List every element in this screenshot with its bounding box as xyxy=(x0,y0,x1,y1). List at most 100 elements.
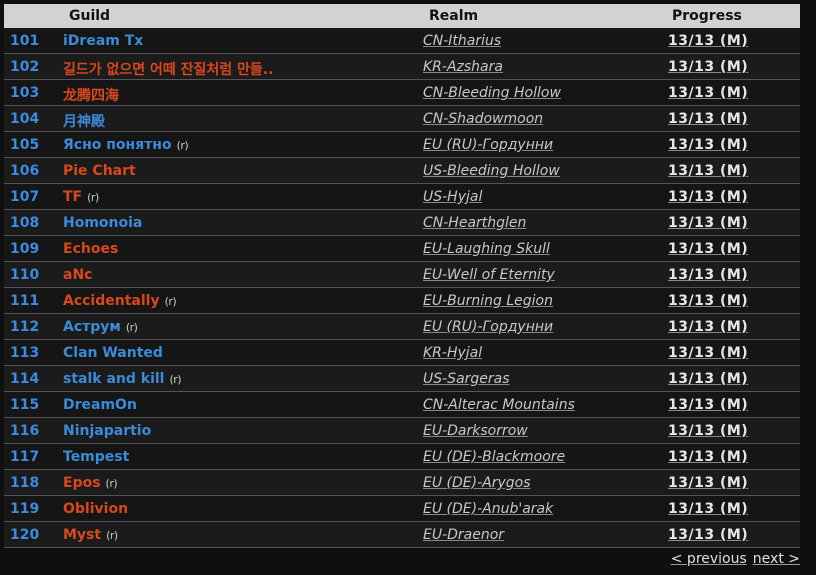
realm-link[interactable]: US-Bleeding Hollow xyxy=(423,163,560,179)
rank-number: 113 xyxy=(10,345,40,361)
rank-number: 103 xyxy=(10,85,40,101)
guild-ranking-table: Guild Realm Progress 101 iDream Tx CN-Itha… xyxy=(4,4,800,548)
table-row: 120 Myst (r) EU-Draenor 13/13 (M) xyxy=(4,522,800,548)
rank-number: 116 xyxy=(10,423,40,439)
rank-number: 118 xyxy=(10,475,40,491)
guild-name-link[interactable]: TF xyxy=(63,189,82,205)
pagination: < previous next > xyxy=(671,551,800,567)
progress-link[interactable]: 13/13 (M) xyxy=(668,423,748,439)
progress-link[interactable]: 13/13 (M) xyxy=(668,345,748,361)
guild-cell: iDream Tx xyxy=(63,33,143,49)
column-header-progress: Progress xyxy=(672,8,742,24)
progress-link[interactable]: 13/13 (M) xyxy=(668,449,748,465)
progress-link[interactable]: 13/13 (M) xyxy=(668,319,748,335)
progress-link[interactable]: 13/13 (M) xyxy=(668,527,748,543)
next-page-link[interactable]: next > xyxy=(753,551,800,567)
table-row: 115 DreamOn CN-Alterac Mountains 13/13 (M) xyxy=(4,392,800,418)
guild-name-link[interactable]: Clan Wanted xyxy=(63,345,163,361)
previous-page-link[interactable]: < previous xyxy=(671,551,747,567)
realm-link[interactable]: EU (RU)-Гордунни xyxy=(423,319,553,335)
rank-number: 107 xyxy=(10,189,40,205)
progress-link[interactable]: 13/13 (M) xyxy=(668,189,748,205)
realm-link[interactable]: EU (RU)-Гордунни xyxy=(423,137,553,153)
guild-name-link[interactable]: Oblivion xyxy=(63,501,128,517)
guild-name-link[interactable]: Echoes xyxy=(63,241,118,257)
realm-link[interactable]: CN-Bleeding Hollow xyxy=(423,85,561,101)
table-row: 111 Accidentally (r) EU-Burning Legion 13/13… xyxy=(4,288,800,314)
realm-link[interactable]: EU-Darksorrow xyxy=(423,423,528,439)
progress-link[interactable]: 13/13 (M) xyxy=(668,33,748,49)
progress-link[interactable]: 13/13 (M) xyxy=(668,163,748,179)
guild-cell: 龙腾四海 xyxy=(63,85,119,105)
realm-link[interactable]: KR-Azshara xyxy=(423,59,503,75)
realm-link[interactable]: EU-Laughing Skull xyxy=(423,241,550,257)
progress-link[interactable]: 13/13 (M) xyxy=(668,85,748,101)
guild-cell: Pie Chart xyxy=(63,163,136,179)
table-row: 106 Pie Chart US-Bleeding Hollow 13/13 (M) xyxy=(4,158,800,184)
guild-name-link[interactable]: 龙腾四海 xyxy=(63,85,119,105)
table-body: 101 iDream Tx CN-Itharius 13/13 (M) 102 길드가 없… xyxy=(4,28,800,548)
guild-name-link[interactable]: Ясно понятно xyxy=(63,137,172,153)
guild-name-link[interactable]: stalk and kill xyxy=(63,371,164,387)
recruiting-badge: (r) xyxy=(176,138,189,152)
table-row: 103 龙腾四海 CN-Bleeding Hollow 13/13 (M) xyxy=(4,80,800,106)
table-row: 104 月神殿 CN-Shadowmoon 13/13 (M) xyxy=(4,106,800,132)
rank-number: 110 xyxy=(10,267,40,283)
realm-link[interactable]: EU (DE)-Anub'arak xyxy=(423,501,553,517)
guild-name-link[interactable]: Аструм xyxy=(63,319,121,335)
guild-name-link[interactable]: Pie Chart xyxy=(63,163,136,179)
guild-name-link[interactable]: DreamOn xyxy=(63,397,137,413)
guild-cell: Myst (r) xyxy=(63,527,118,543)
realm-link[interactable]: EU (DE)-Arygos xyxy=(423,475,531,491)
realm-link[interactable]: CN-Itharius xyxy=(423,33,501,49)
guild-cell: Epos (r) xyxy=(63,475,118,491)
realm-link[interactable]: US-Sargeras xyxy=(423,371,510,387)
realm-link[interactable]: EU-Burning Legion xyxy=(423,293,553,309)
guild-cell: stalk and kill (r) xyxy=(63,371,182,387)
guild-name-link[interactable]: 月神殿 xyxy=(63,111,105,131)
realm-link[interactable]: CN-Hearthglen xyxy=(423,215,526,231)
progress-link[interactable]: 13/13 (M) xyxy=(668,215,748,231)
progress-link[interactable]: 13/13 (M) xyxy=(668,111,748,127)
progress-link[interactable]: 13/13 (M) xyxy=(668,59,748,75)
realm-link[interactable]: CN-Alterac Mountains xyxy=(423,397,575,413)
guild-name-link[interactable]: iDream Tx xyxy=(63,33,143,49)
table-row: 102 길드가 없으면 어떼 잔질처럼 만들.. KR-Azshara 13/13 (… xyxy=(4,54,800,80)
guild-cell: Clan Wanted xyxy=(63,345,163,361)
recruiting-badge: (r) xyxy=(169,372,182,386)
table-row: 108 Homonoia CN-Hearthglen 13/13 (M) xyxy=(4,210,800,236)
guild-cell: aNc xyxy=(63,267,92,283)
progress-link[interactable]: 13/13 (M) xyxy=(668,137,748,153)
guild-name-link[interactable]: Accidentally xyxy=(63,293,160,309)
realm-link[interactable]: EU-Well of Eternity xyxy=(423,267,555,283)
guild-name-link[interactable]: Homonoia xyxy=(63,215,142,231)
table-header: Guild Realm Progress xyxy=(4,4,800,28)
table-row: 107 TF (r) US-Hyjal 13/13 (M) xyxy=(4,184,800,210)
guild-name-link[interactable]: Ninjapartio xyxy=(63,423,151,439)
guild-cell: Ninjapartio xyxy=(63,423,151,439)
realm-link[interactable]: CN-Shadowmoon xyxy=(423,111,543,127)
realm-link[interactable]: EU (DE)-Blackmoore xyxy=(423,449,565,465)
guild-name-link[interactable]: 길드가 없으면 어떼 잔질처럼 만들.. xyxy=(63,59,273,79)
guild-name-link[interactable]: Tempest xyxy=(63,449,129,465)
guild-name-link[interactable]: Myst xyxy=(63,527,101,543)
realm-link[interactable]: EU-Draenor xyxy=(423,527,504,543)
progress-link[interactable]: 13/13 (M) xyxy=(668,267,748,283)
guild-name-link[interactable]: aNc xyxy=(63,267,92,283)
rank-number: 119 xyxy=(10,501,40,517)
table-row: 113 Clan Wanted KR-Hyjal 13/13 (M) xyxy=(4,340,800,366)
progress-link[interactable]: 13/13 (M) xyxy=(668,397,748,413)
recruiting-badge: (r) xyxy=(164,294,177,308)
progress-link[interactable]: 13/13 (M) xyxy=(668,475,748,491)
table-row: 117 Tempest EU (DE)-Blackmoore 13/13 (M) xyxy=(4,444,800,470)
guild-cell: 月神殿 xyxy=(63,111,105,131)
progress-link[interactable]: 13/13 (M) xyxy=(668,371,748,387)
realm-link[interactable]: US-Hyjal xyxy=(423,189,482,205)
guild-name-link[interactable]: Epos xyxy=(63,475,101,491)
guild-cell: TF (r) xyxy=(63,189,99,205)
progress-link[interactable]: 13/13 (M) xyxy=(668,501,748,517)
progress-link[interactable]: 13/13 (M) xyxy=(668,241,748,257)
progress-link[interactable]: 13/13 (M) xyxy=(668,293,748,309)
guild-cell: Tempest xyxy=(63,449,129,465)
realm-link[interactable]: KR-Hyjal xyxy=(423,345,482,361)
